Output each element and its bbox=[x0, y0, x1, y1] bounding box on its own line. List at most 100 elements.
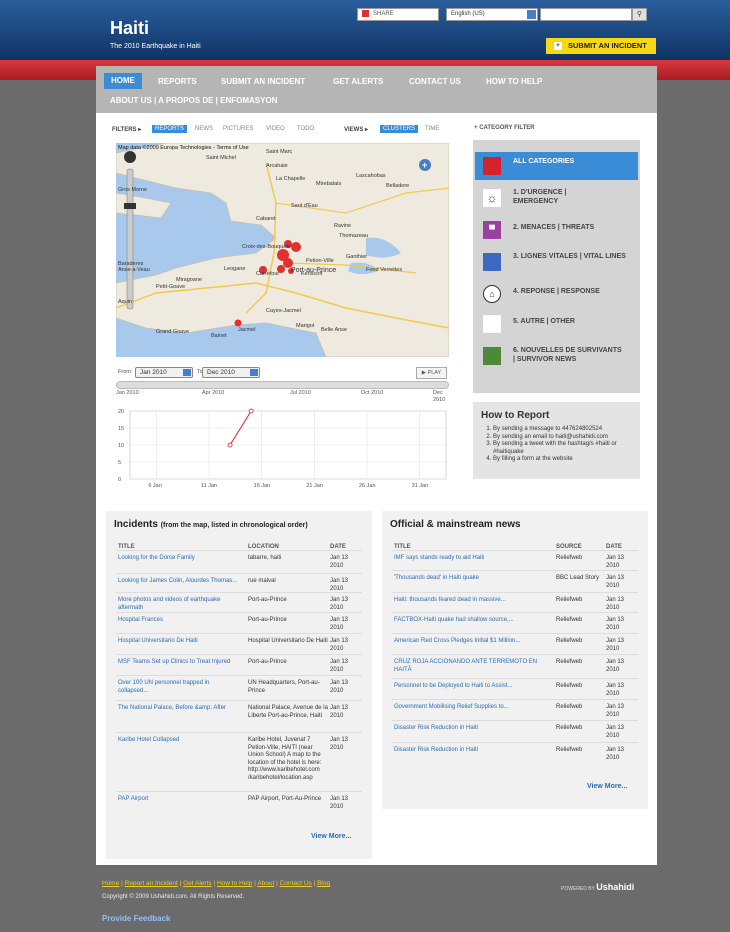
row-separator bbox=[392, 654, 638, 655]
map-place-label: Petion-Ville bbox=[306, 258, 334, 264]
filter-todo[interactable]: TODO bbox=[297, 126, 314, 132]
from-date-select[interactable]: Jan 2010 bbox=[135, 367, 193, 378]
incident-title-link[interactable]: The National Palace, Before &amp; After bbox=[118, 705, 238, 713]
news-title-link[interactable]: IMF says stands ready to aid Haiti bbox=[394, 555, 552, 563]
footer-link[interactable]: Contact Us bbox=[280, 880, 312, 887]
map-place-label: La Chapelle bbox=[276, 176, 306, 182]
news-title-link[interactable]: Haiti: thousands feared dead in massive.… bbox=[394, 597, 552, 605]
news-source: Reliefweb bbox=[556, 617, 583, 623]
incident-location: Port-au-Prince bbox=[248, 659, 287, 665]
nav-about-us[interactable]: ABOUT US | A PROPOS DE | ENFOMASYON bbox=[110, 96, 277, 105]
news-title-link[interactable]: 'Thousands dead' in Haiti quake bbox=[394, 575, 552, 583]
play-button[interactable]: ▶ PLAY bbox=[416, 367, 447, 379]
y-tick-label: 15 bbox=[118, 426, 124, 432]
nav-home[interactable]: HOME bbox=[104, 73, 142, 89]
incident-title-link[interactable]: PAP Airport bbox=[118, 796, 238, 804]
incidents-view-more[interactable]: View More... bbox=[311, 833, 351, 840]
row-separator bbox=[392, 699, 638, 700]
incident-title-link[interactable]: Over 100 UN personnel trapped in collaps… bbox=[118, 680, 238, 695]
news-date: Jan 13 2010 bbox=[606, 725, 625, 739]
news-title-link[interactable]: Government Mobilising Relief Supplies to… bbox=[394, 704, 552, 712]
incident-title-link[interactable]: Hospital Universitario De Haiti bbox=[118, 638, 238, 646]
map-place-label: Ganthier bbox=[346, 254, 368, 260]
incident-location: PAP Airport, Port-Au-Prince bbox=[248, 796, 322, 802]
timeline-slider[interactable] bbox=[116, 381, 449, 389]
view-clusters[interactable]: CLUSTERS bbox=[380, 125, 419, 133]
incident-title-link[interactable]: Hospital Frances bbox=[118, 617, 238, 625]
map-place-label: Belle Anse bbox=[321, 327, 347, 333]
nav-submit-incident[interactable]: SUBMIT AN INCIDENT bbox=[221, 77, 305, 86]
category-vital-lines[interactable]: 3. LIGNES VITALES | VITAL LINES bbox=[475, 250, 638, 274]
nav-contact-us[interactable]: CONTACT US bbox=[409, 77, 461, 86]
footer-link[interactable]: Blog bbox=[317, 880, 330, 887]
map-place-label: Jacmel bbox=[238, 327, 256, 333]
incident-date: Jan 13 2010 bbox=[330, 597, 349, 611]
submit-incident-button[interactable]: + SUBMIT AN INCIDENT bbox=[546, 38, 656, 54]
incident-title-link[interactable]: Looking for James Colin, Alourdes Thomas… bbox=[118, 578, 238, 586]
category-response[interactable]: ⌂ 4. REPONSE | RESPONSE bbox=[475, 282, 638, 306]
search-button[interactable]: ⚲ bbox=[632, 8, 647, 21]
nav-get-alerts[interactable]: GET ALERTS bbox=[333, 77, 383, 86]
incident-title-link[interactable]: MSF Teams Set up Clinics to Treat Injure… bbox=[118, 659, 238, 667]
news-date: Jan 13 2010 bbox=[606, 659, 625, 673]
category-emergency[interactable]: ☼ 1. D'URGENCE | EMERGENCY bbox=[475, 186, 638, 210]
to-date-select[interactable]: Dec 2010 bbox=[202, 367, 260, 378]
x-tick-label: 16 Jan bbox=[254, 483, 271, 489]
news-title-link[interactable]: Personnel to be Deployed to Haiti to Ass… bbox=[394, 683, 552, 691]
timeline-chart: 0 5 10 15 20 6 Jan 11 Jan 16 Jan 21 Jan 26 Jan 31 … bbox=[118, 408, 447, 489]
search-input[interactable] bbox=[540, 8, 632, 21]
category-survivor-news[interactable]: 6. NOUVELLES DE SURVIVANTS | SURVIVOR NE… bbox=[475, 344, 638, 380]
map-place-label: Thomazeau bbox=[339, 233, 369, 239]
site-title[interactable]: Haiti bbox=[110, 18, 149, 39]
map-zoom-handle[interactable] bbox=[124, 203, 136, 209]
incident-title-link[interactable]: More photos and videos of earthquake aft… bbox=[118, 597, 238, 612]
arrow-icon: + bbox=[474, 125, 478, 131]
report-step[interactable]: By sending an email to haiti@ushahidi.co… bbox=[493, 434, 632, 442]
view-time[interactable]: TIME bbox=[425, 126, 439, 132]
footer-link[interactable]: Report an Incident bbox=[125, 880, 178, 887]
news-title-link[interactable]: Disaster Risk Reduction in Haiti bbox=[394, 725, 552, 733]
how-to-report: How to Report By sending a message to 44… bbox=[473, 402, 640, 479]
language-select[interactable]: English (US) bbox=[446, 8, 538, 21]
row-separator bbox=[392, 742, 638, 743]
footer-link[interactable]: Home bbox=[102, 880, 119, 887]
incident-date: Jan 13 2010 bbox=[330, 680, 349, 694]
incident-map[interactable]: + Port-au-Prince Leogane Petit-Goave Croix-… bbox=[116, 143, 449, 357]
timeline-tick: Dec 2010 bbox=[433, 390, 446, 403]
map-place-label: Carrefour bbox=[256, 271, 280, 277]
incident-title-link[interactable]: Looking for the Dorce Family bbox=[118, 555, 238, 563]
filter-news[interactable]: NEWS bbox=[195, 126, 213, 132]
map-marker[interactable] bbox=[234, 319, 242, 327]
incident-location: Port-au-Prince bbox=[248, 597, 287, 603]
nav-how-to-help[interactable]: HOW TO HELP bbox=[486, 77, 542, 86]
report-step[interactable]: By filling a form at the website bbox=[493, 456, 632, 464]
news-title-link[interactable]: Disaster Risk Reduction in Haiti bbox=[394, 747, 552, 755]
filter-video[interactable]: VIDEO bbox=[266, 126, 285, 132]
filter-reports[interactable]: REPORTS bbox=[152, 125, 187, 133]
svg-text:+: + bbox=[422, 160, 427, 170]
nav-reports[interactable]: REPORTS bbox=[158, 77, 197, 86]
footer-link[interactable]: About bbox=[257, 880, 274, 887]
news-view-more[interactable]: View More... bbox=[587, 783, 627, 790]
arrow-icon: ▸ bbox=[138, 127, 142, 133]
news-title-link[interactable]: CRUZ ROJA ACCIONANDO ANTE TERREMOTO EN H… bbox=[394, 659, 552, 674]
provide-feedback-link[interactable]: Provide Feedback bbox=[102, 914, 170, 923]
footer-link[interactable]: How to Help bbox=[217, 880, 252, 887]
x-tick-label: 6 Jan bbox=[148, 483, 161, 489]
share-button[interactable]: SHARE bbox=[357, 8, 439, 21]
incident-title-link[interactable]: Karibe Hotel Collapsed bbox=[118, 737, 238, 745]
map-marker[interactable] bbox=[291, 242, 301, 252]
map-pan-control[interactable] bbox=[124, 151, 136, 163]
category-all[interactable]: ALL CATEGORIES bbox=[475, 152, 638, 180]
data-point bbox=[248, 408, 254, 414]
y-tick-label: 5 bbox=[118, 460, 121, 466]
row-separator bbox=[392, 550, 638, 551]
share-icon bbox=[362, 9, 369, 17]
news-title-link[interactable]: American Red Cross Pledges Initial $1 Mi… bbox=[394, 638, 552, 646]
news-title-link[interactable]: FACTBOX-Haiti quake had shallow source,.… bbox=[394, 617, 552, 625]
category-threats[interactable]: ▀ 2. MENACES | THREATS bbox=[475, 218, 638, 242]
powered-by[interactable]: POWERED BY Ushahidi bbox=[561, 882, 634, 892]
filter-pictures[interactable]: PICTURES bbox=[223, 126, 253, 132]
category-other[interactable]: 5. AUTRE | OTHER bbox=[475, 312, 638, 336]
footer-link[interactable]: Get Alerts bbox=[183, 880, 212, 887]
